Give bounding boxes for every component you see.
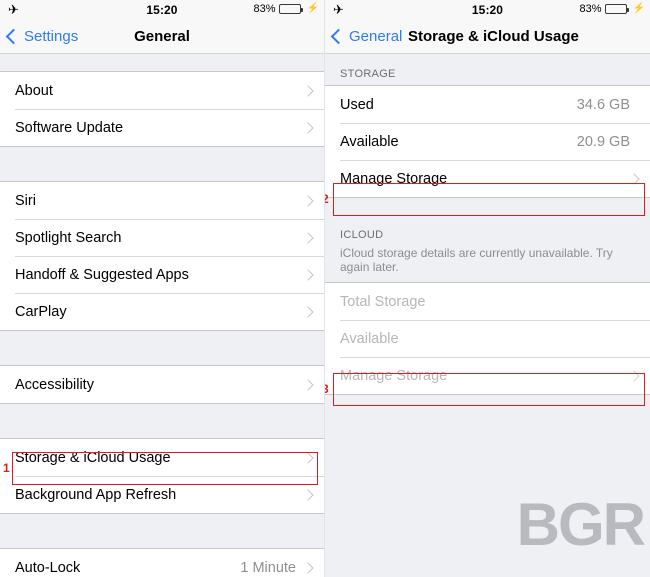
right-status-bar: ✈ 15:20 83% ⚡ xyxy=(325,0,650,20)
row-label: Siri xyxy=(15,192,36,209)
right-nav-bar: General Storage & iCloud Usage xyxy=(325,20,650,54)
storage-section-header: STORAGE xyxy=(325,54,650,85)
back-button-general[interactable]: General xyxy=(330,28,403,45)
icloud-row-total-storage: Total Storage xyxy=(325,283,650,320)
right-phone-screen: ✈ 15:20 83% ⚡ General Storage & iCloud U… xyxy=(325,0,650,577)
settings-group-storage: Storage & iCloud Usage Background App Re… xyxy=(0,438,324,514)
settings-row-accessibility[interactable]: Accessibility xyxy=(0,366,324,403)
row-label: Available xyxy=(340,330,399,347)
battery-icon xyxy=(604,4,629,14)
row-label: Storage & iCloud Usage xyxy=(15,449,171,466)
chevron-right-icon xyxy=(302,84,314,97)
icloud-section-header: ICLOUD xyxy=(325,215,650,246)
page-title: Storage & iCloud Usage xyxy=(408,28,579,45)
chevron-right-icon xyxy=(302,451,314,464)
annotation-number-3: 3 xyxy=(325,382,329,396)
storage-and-icloud-usage-row[interactable]: Storage & iCloud Usage xyxy=(0,439,324,476)
lightning-bolt-icon: ⚡ xyxy=(306,3,319,14)
battery-icon xyxy=(278,4,303,14)
left-nav-bar: Settings General xyxy=(0,20,324,54)
left-phone-screen: ✈ 15:20 83% ⚡ Settings General About Sof… xyxy=(0,0,325,577)
row-label: Auto-Lock xyxy=(15,559,81,576)
settings-row-auto-lock[interactable]: Auto-Lock 1 Minute xyxy=(0,549,324,577)
row-label: Available xyxy=(340,133,399,150)
chevron-right-icon xyxy=(628,172,640,185)
row-label: Manage Storage xyxy=(340,170,448,187)
status-bar-battery-group: 83% ⚡ xyxy=(254,3,319,15)
settings-row-software-update[interactable]: Software Update xyxy=(0,109,324,146)
manage-storage-row-device[interactable]: Manage Storage xyxy=(325,160,650,197)
settings-group-accessibility: Accessibility xyxy=(0,365,324,404)
settings-row-background-app-refresh[interactable]: Background App Refresh xyxy=(0,476,324,513)
row-label: Total Storage xyxy=(340,293,426,310)
left-status-bar: ✈ 15:20 83% ⚡ xyxy=(0,0,324,20)
row-label: Manage Storage xyxy=(340,367,448,384)
battery-percent-label: 83% xyxy=(253,3,276,15)
page-title: General xyxy=(134,28,190,45)
chevron-right-icon xyxy=(302,268,314,281)
row-label: Handoff & Suggested Apps xyxy=(15,266,189,283)
row-label: Used xyxy=(340,96,374,113)
chevron-left-icon xyxy=(330,28,347,45)
chevron-right-icon xyxy=(302,231,314,244)
chevron-right-icon xyxy=(302,378,314,391)
general-settings-list[interactable]: About Software Update Siri Spotlight Sea… xyxy=(0,54,324,577)
chevron-right-icon xyxy=(628,369,640,382)
row-value: 1 Minute xyxy=(240,559,296,576)
settings-row-siri[interactable]: Siri xyxy=(0,182,324,219)
annotation-number-2: 2 xyxy=(325,192,329,206)
row-label: Software Update xyxy=(15,119,124,136)
settings-row-carplay[interactable]: CarPlay xyxy=(0,293,324,330)
row-label: Background App Refresh xyxy=(15,486,177,503)
status-bar-battery-group: 83% ⚡ xyxy=(580,3,645,15)
manage-storage-row-icloud[interactable]: Manage Storage xyxy=(325,357,650,394)
chevron-right-icon xyxy=(302,121,314,134)
icloud-row-available: Available xyxy=(325,320,650,357)
chevron-right-icon xyxy=(302,194,314,207)
settings-group-auto-lock: Auto-Lock 1 Minute xyxy=(0,548,324,577)
row-label: Accessibility xyxy=(15,376,94,393)
row-label: About xyxy=(15,82,53,99)
row-value: 34.6 GB xyxy=(576,96,630,113)
lightning-bolt-icon: ⚡ xyxy=(632,3,645,14)
settings-row-about[interactable]: About xyxy=(0,72,324,109)
settings-row-handoff-suggested-apps[interactable]: Handoff & Suggested Apps xyxy=(0,256,324,293)
row-label: Spotlight Search xyxy=(15,229,122,246)
chevron-right-icon xyxy=(302,488,314,501)
back-button-label: General xyxy=(349,28,403,45)
settings-group-siri: Siri Spotlight Search Handoff & Suggeste… xyxy=(0,181,324,331)
dual-screenshot-container: ✈ 15:20 83% ⚡ Settings General About Sof… xyxy=(0,0,650,577)
icloud-section-note: iCloud storage details are currently una… xyxy=(325,246,645,282)
annotation-number-1: 1 xyxy=(3,461,10,475)
chevron-right-icon xyxy=(302,561,314,574)
bgr-watermark: BGR xyxy=(516,491,646,558)
settings-row-spotlight-search[interactable]: Spotlight Search xyxy=(0,219,324,256)
row-value: 20.9 GB xyxy=(576,133,630,150)
chevron-right-icon xyxy=(302,305,314,318)
storage-row-available: Available 20.9 GB xyxy=(325,123,650,160)
storage-section-group: Used 34.6 GB Available 20.9 GB Manage St… xyxy=(325,85,650,198)
settings-group-about: About Software Update xyxy=(0,71,324,147)
battery-percent-label: 83% xyxy=(579,3,602,15)
storage-row-used: Used 34.6 GB xyxy=(325,86,650,123)
icloud-section-group: Total Storage Available Manage Storage xyxy=(325,282,650,395)
row-label: CarPlay xyxy=(15,303,67,320)
